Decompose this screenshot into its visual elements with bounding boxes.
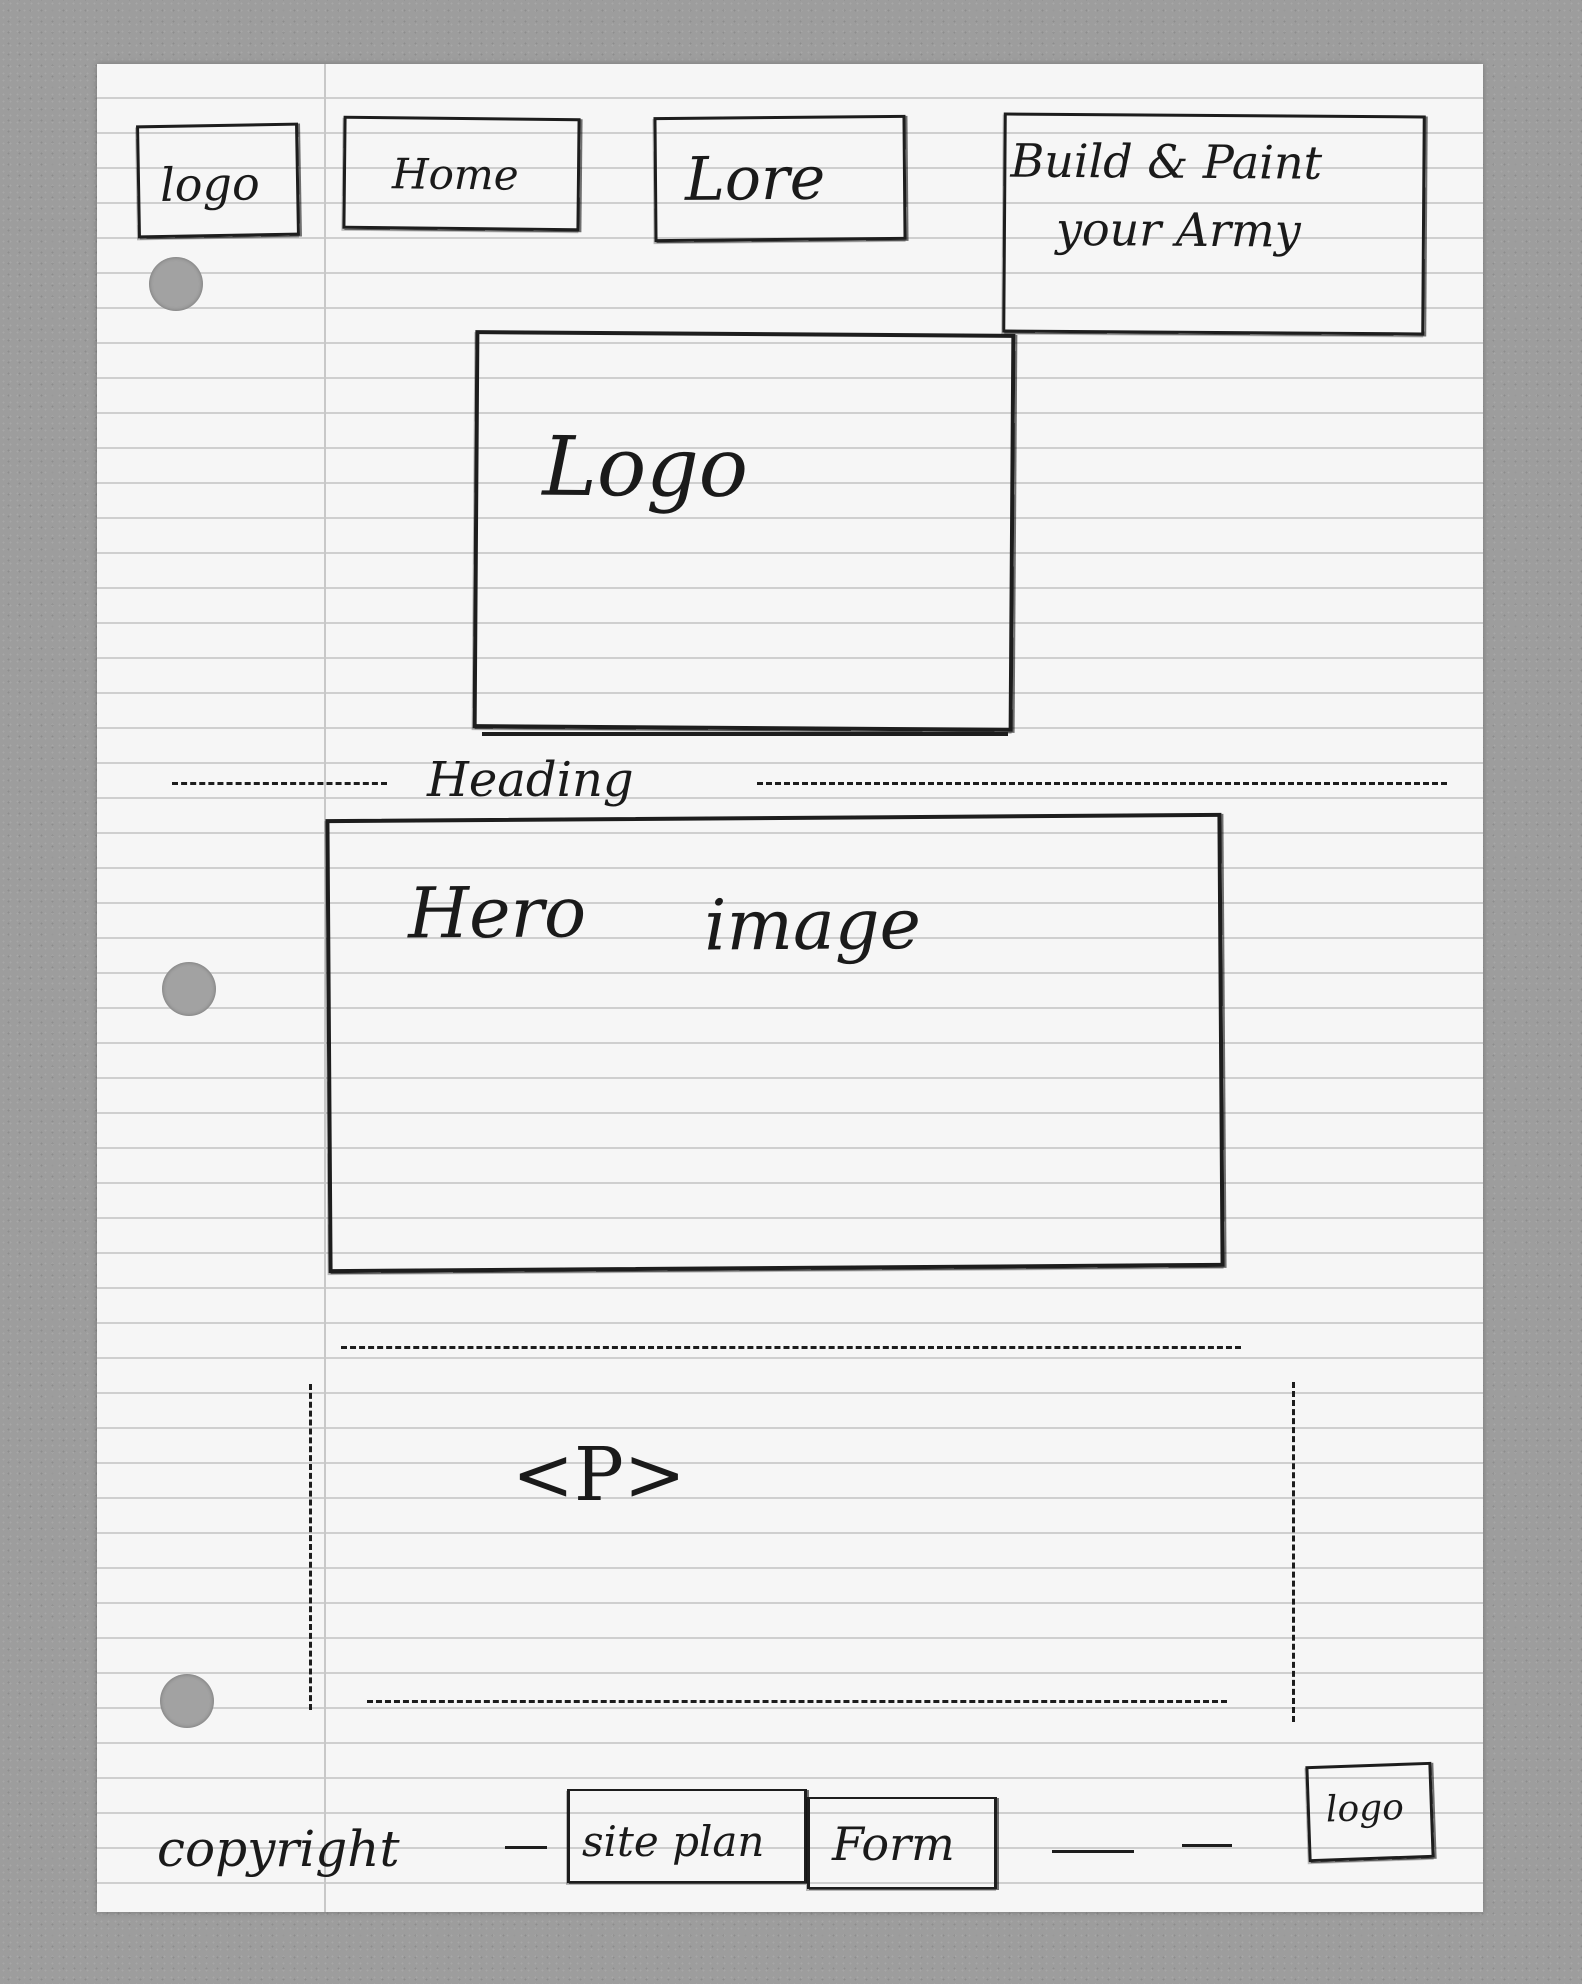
main-logo-label: Logo — [542, 419, 749, 517]
footer-site-plan-box[interactable]: site plan — [567, 1789, 807, 1883]
footer-copyright: copyright — [157, 1820, 400, 1878]
footer-form-label: Form — [832, 1817, 955, 1871]
header-logo-box[interactable]: logo — [136, 122, 300, 239]
nav-lore-label: Lore — [684, 143, 826, 215]
nav-home-box[interactable]: Home — [342, 115, 581, 232]
punch-hole-top — [149, 257, 203, 311]
footer-logo-label: logo — [1325, 1786, 1405, 1831]
notebook-paper: logo Home Lore Build & Paint your Army L… — [97, 64, 1483, 1912]
nav-build-paint-line2: your Army — [1055, 201, 1301, 258]
punch-hole-middle — [162, 962, 216, 1016]
heading-dash-right — [757, 782, 1447, 785]
nav-build-paint-box[interactable]: Build & Paint your Army — [1002, 112, 1426, 336]
nav-home-label: Home — [391, 149, 519, 200]
hero-label-1: Hero — [407, 871, 587, 955]
footer-logo-box[interactable]: logo — [1305, 1761, 1435, 1863]
hero-label-2: image — [703, 882, 922, 967]
paragraph-dash-bottom — [367, 1700, 1227, 1703]
footer-dash-3 — [1182, 1844, 1232, 1847]
logo-underline — [482, 732, 1008, 736]
heading-label: Heading — [427, 752, 634, 808]
footer-site-plan-label: site plan — [582, 1817, 765, 1866]
punch-hole-bottom — [160, 1674, 214, 1728]
footer-dash-1 — [505, 1846, 547, 1849]
paragraph-dash-top — [341, 1346, 1241, 1349]
footer-dash-2 — [1052, 1850, 1134, 1853]
paragraph-dash-right — [1292, 1382, 1295, 1722]
hero-image-box: Hero image — [325, 812, 1225, 1274]
nav-lore-box[interactable]: Lore — [653, 114, 907, 243]
header-logo-label: logo — [159, 156, 261, 213]
nav-build-paint-line1: Build & Paint — [1010, 133, 1323, 190]
footer-form-box[interactable]: Form — [807, 1797, 997, 1889]
main-logo-box: Logo — [472, 330, 1016, 732]
paragraph-label: <P> — [512, 1432, 686, 1518]
paragraph-dash-left — [309, 1384, 312, 1710]
heading-dash-left — [172, 782, 387, 785]
